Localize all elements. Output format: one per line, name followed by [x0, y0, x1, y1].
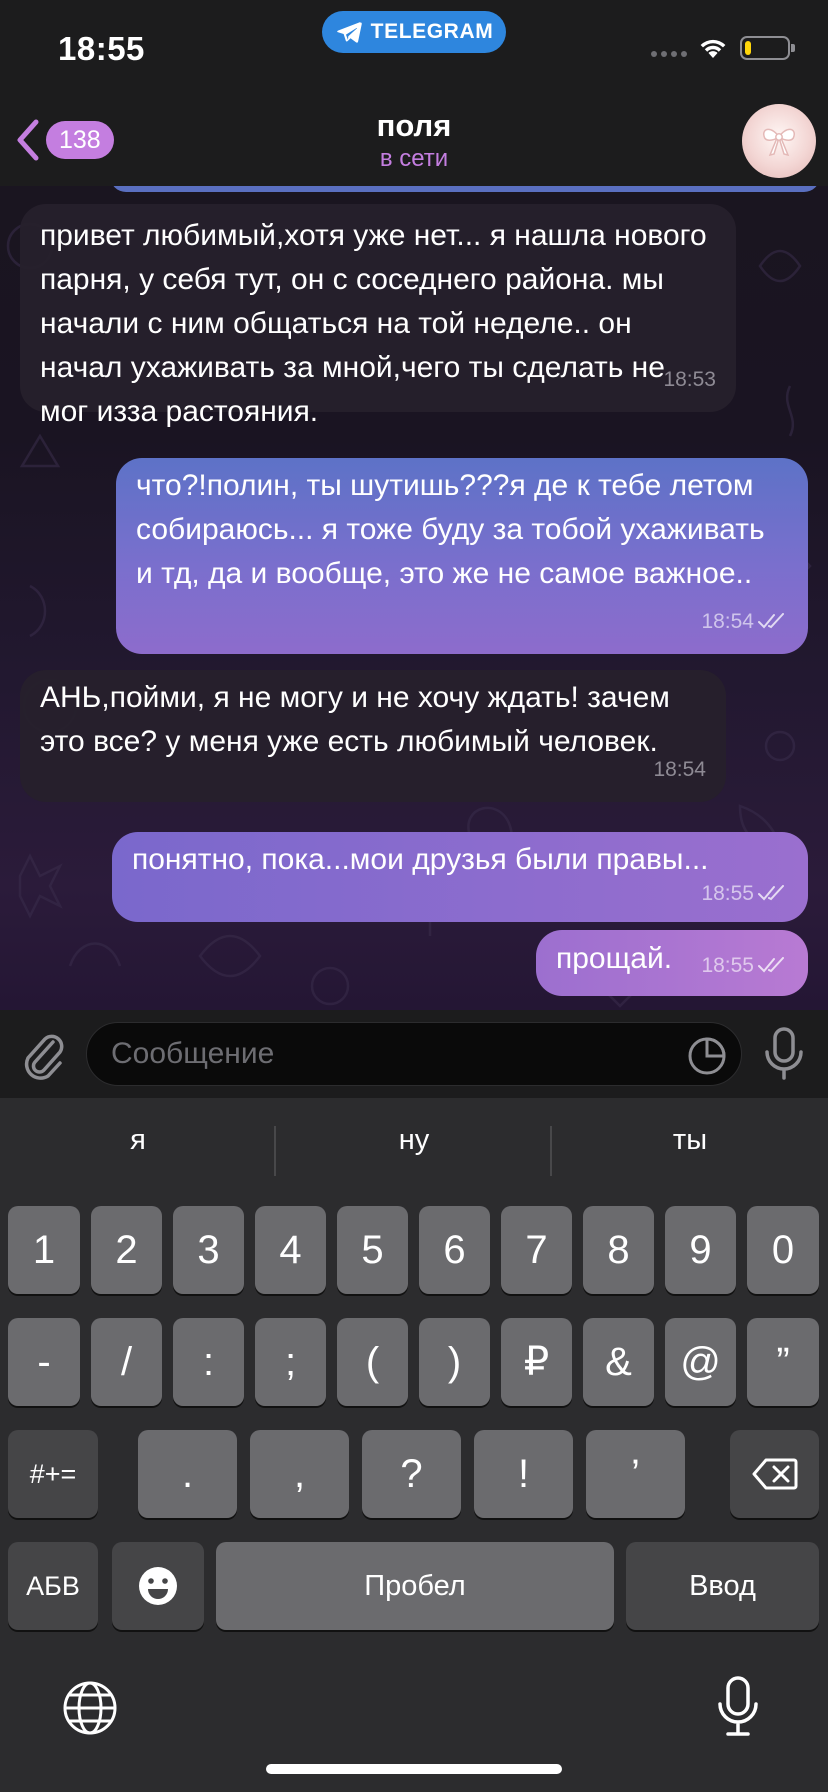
return-key[interactable]: Ввод — [626, 1542, 819, 1630]
keyboard-suggestions: я ну ты — [0, 1098, 828, 1208]
wifi-icon — [700, 39, 726, 58]
key[interactable]: 8 — [583, 1206, 654, 1294]
chat-area[interactable]: привет любимый,хотя уже нет... я нашла н… — [0, 186, 828, 1010]
double-check-icon — [758, 613, 784, 629]
telegram-pill-label: TELEGRAM — [370, 20, 494, 43]
key[interactable]: ” — [747, 1318, 819, 1406]
emoji-key[interactable] — [112, 1542, 204, 1630]
chat-title[interactable]: поля — [0, 108, 828, 144]
message-text: понятно, пока...мои друзья были правы... — [132, 843, 709, 876]
key[interactable]: 0 — [747, 1206, 819, 1294]
key[interactable]: 4 — [255, 1206, 326, 1294]
message-bubble-outgoing[interactable]: понятно, пока...мои друзья были правы...… — [112, 832, 808, 922]
home-indicator[interactable] — [266, 1764, 562, 1774]
message-text: привет любимый,хотя уже нет... я нашла н… — [40, 219, 707, 428]
chat-status: в сети — [379, 145, 449, 172]
space-key[interactable]: Пробел — [216, 1542, 614, 1630]
cellular-signal-icon — [651, 51, 687, 57]
alphabet-toggle-key[interactable]: АБВ — [8, 1542, 98, 1630]
message-time: 18:54 — [701, 610, 754, 633]
message-text: что?!полин, ты шутишь???я де к тебе лето… — [136, 469, 765, 590]
telegram-pill[interactable]: TELEGRAM — [322, 11, 506, 53]
message-input-wrapper — [86, 1022, 742, 1086]
message-meta: 18:54 — [701, 600, 788, 644]
message-meta: 18:54 — [653, 748, 706, 792]
key[interactable]: 1 — [8, 1206, 80, 1294]
telegram-icon — [336, 22, 362, 43]
key[interactable]: ) — [419, 1318, 490, 1406]
message-bubble-incoming[interactable]: привет любимый,хотя уже нет... я нашла н… — [20, 204, 736, 428]
message-bubble-incoming[interactable]: АНЬ,пойми, я не могу и не хочу ждать! за… — [20, 670, 726, 802]
key[interactable]: 6 — [419, 1206, 490, 1294]
key[interactable]: ! — [474, 1430, 573, 1518]
key[interactable]: 7 — [501, 1206, 572, 1294]
key[interactable]: / — [91, 1318, 162, 1406]
backspace-icon — [752, 1458, 797, 1490]
key[interactable]: ’ — [586, 1430, 685, 1518]
message-composer — [0, 1010, 828, 1098]
message-meta: 18:55 — [701, 944, 788, 988]
emoji-icon — [139, 1567, 177, 1605]
status-bar: 18:55 TELEGRAM — [0, 0, 828, 100]
key[interactable]: - — [8, 1318, 80, 1406]
double-check-icon — [758, 957, 784, 973]
suggestion-item[interactable]: ну — [276, 1124, 552, 1157]
message-input[interactable] — [111, 1023, 671, 1085]
message-time: 18:53 — [663, 368, 716, 391]
key[interactable]: 3 — [173, 1206, 244, 1294]
message-time: 18:55 — [701, 954, 754, 977]
suggestion-item[interactable]: я — [0, 1124, 276, 1157]
paperclip-icon[interactable] — [20, 1028, 66, 1080]
battery-icon — [740, 36, 795, 60]
message-bubble-outgoing[interactable]: прощай. 18:55 — [536, 930, 808, 996]
globe-icon[interactable] — [62, 1680, 118, 1736]
key[interactable]: ; — [255, 1318, 326, 1406]
backspace-key[interactable] — [730, 1430, 819, 1518]
double-check-icon — [758, 885, 784, 901]
message-text: АНЬ,пойми, я не могу и не хочу ждать! за… — [40, 681, 670, 758]
sticker-icon[interactable] — [687, 1036, 727, 1076]
key[interactable]: 9 — [665, 1206, 736, 1294]
key[interactable]: ₽ — [501, 1318, 572, 1406]
message-meta: 18:55 — [701, 872, 788, 916]
chat-header: 138 поля в сети — [0, 100, 828, 186]
message-meta: 18:53 — [663, 358, 716, 402]
message-time: 18:54 — [653, 758, 706, 781]
bow-icon — [763, 128, 795, 157]
status-time: 18:55 — [58, 30, 145, 67]
key[interactable]: & — [583, 1318, 654, 1406]
keyboard: я ну ты 1 2 3 4 5 6 7 8 9 0 - / : ; ( ) … — [0, 1098, 828, 1792]
message-time: 18:55 — [701, 882, 754, 905]
key[interactable]: ? — [362, 1430, 461, 1518]
microphone-icon[interactable] — [762, 1026, 806, 1082]
suggestion-item[interactable]: ты — [552, 1124, 828, 1157]
key[interactable]: @ — [665, 1318, 736, 1406]
dictation-mic-icon[interactable] — [716, 1676, 760, 1738]
key[interactable]: 2 — [91, 1206, 162, 1294]
key[interactable]: ( — [337, 1318, 408, 1406]
avatar[interactable] — [742, 104, 816, 178]
message-bubble-outgoing[interactable]: что?!полин, ты шутишь???я де к тебе лето… — [116, 458, 808, 654]
key[interactable]: . — [138, 1430, 237, 1518]
battery-level — [745, 41, 751, 55]
symbols-toggle-key[interactable]: #+= — [8, 1430, 98, 1518]
previous-message-bubble — [110, 186, 820, 192]
key[interactable]: , — [250, 1430, 349, 1518]
key[interactable]: : — [173, 1318, 244, 1406]
key[interactable]: 5 — [337, 1206, 408, 1294]
